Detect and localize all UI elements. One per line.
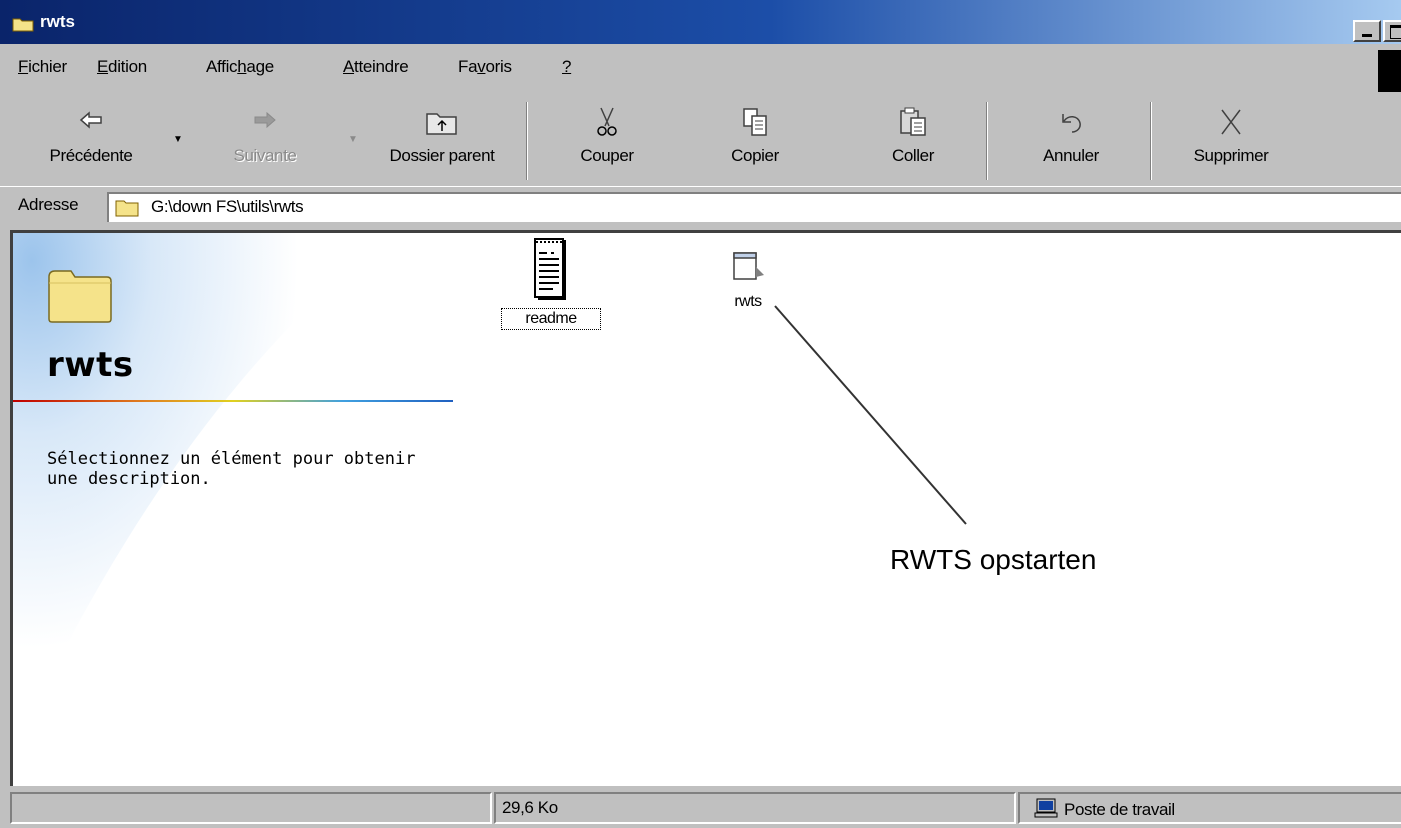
folder-description: Sélectionnez un élément pour obtenir une… [47, 449, 416, 489]
menu-favoris[interactable]: Favoris [458, 57, 512, 77]
scissors-icon [597, 107, 617, 136]
paste-button[interactable]: Coller [858, 100, 968, 182]
web-view-panel: rwts Sélectionnez un élément pour obteni… [13, 233, 473, 786]
paste-icon [900, 107, 926, 136]
forward-dropdown-icon: ▼ [348, 134, 358, 145]
toolbar-separator [1150, 102, 1152, 180]
toolbar-separator [986, 102, 988, 180]
windows-logo-area [1378, 50, 1401, 92]
zone-label: Poste de travail [1064, 800, 1175, 819]
computer-icon [1034, 798, 1058, 818]
address-path: G:\down FS\utils\rwts [151, 197, 304, 216]
folder-view[interactable]: rwts Sélectionnez un élément pour obteni… [10, 230, 1401, 786]
folder-up-icon [426, 113, 457, 135]
status-message [10, 792, 492, 824]
menu-atteindre[interactable]: Atteindre [343, 57, 409, 77]
window-title: rwts [40, 12, 75, 31]
menu-help[interactable]: ? [562, 57, 571, 77]
menu-edition[interactable]: Edition [97, 57, 147, 77]
file-label: rwts [734, 293, 762, 310]
back-button[interactable]: Précédente [22, 100, 160, 182]
parent-folder-button[interactable]: Dossier parent [370, 100, 514, 182]
forward-arrow-icon [254, 111, 276, 129]
address-label: Adresse [18, 195, 79, 214]
title-divider [13, 400, 453, 402]
folder-icon [48, 270, 112, 323]
copy-icon [743, 108, 767, 136]
text-document-icon [534, 238, 566, 300]
status-size: 29,6 Ko [494, 792, 1016, 824]
menu-bar: Fichier Edition Affichage Atteindre Favo… [0, 46, 1401, 104]
forward-button[interactable]: Suivante [200, 100, 330, 182]
file-item-rwts[interactable]: rwts [713, 247, 783, 312]
back-dropdown-icon[interactable]: ▼ [173, 134, 183, 145]
delete-button[interactable]: Supprimer [1166, 100, 1296, 182]
file-label: readme [501, 308, 601, 330]
toolbar: Précédente ▼ Suivante ▼ Dossier parent C… [0, 100, 1401, 182]
cut-button[interactable]: Couper [552, 100, 662, 182]
title-bar[interactable]: rwts [0, 0, 1401, 44]
back-arrow-icon [79, 111, 102, 129]
file-item-readme[interactable]: readme [501, 237, 601, 330]
delete-x-icon [1221, 109, 1241, 135]
application-icon [733, 252, 764, 280]
copy-button[interactable]: Copier [700, 100, 810, 182]
address-bar: Adresse G:\down FS\utils\rwts [0, 186, 1401, 226]
toolbar-separator [526, 102, 528, 180]
folder-title: rwts [47, 345, 134, 385]
undo-icon [1062, 114, 1081, 133]
status-zone: Poste de travail [1018, 792, 1401, 824]
minimize-button[interactable] [1353, 20, 1381, 42]
status-bar: 29,6 Ko Poste de travail [0, 788, 1401, 828]
folder-icon [12, 18, 34, 32]
address-input[interactable]: G:\down FS\utils\rwts [107, 192, 1401, 222]
maximize-button[interactable] [1383, 20, 1401, 42]
menu-fichier[interactable]: Fichier [18, 57, 67, 77]
folder-icon [115, 200, 139, 217]
menu-affichage[interactable]: Affichage [206, 57, 274, 77]
annotation-label: RWTS opstarten [890, 544, 1097, 575]
undo-button[interactable]: Annuler [1016, 100, 1126, 182]
